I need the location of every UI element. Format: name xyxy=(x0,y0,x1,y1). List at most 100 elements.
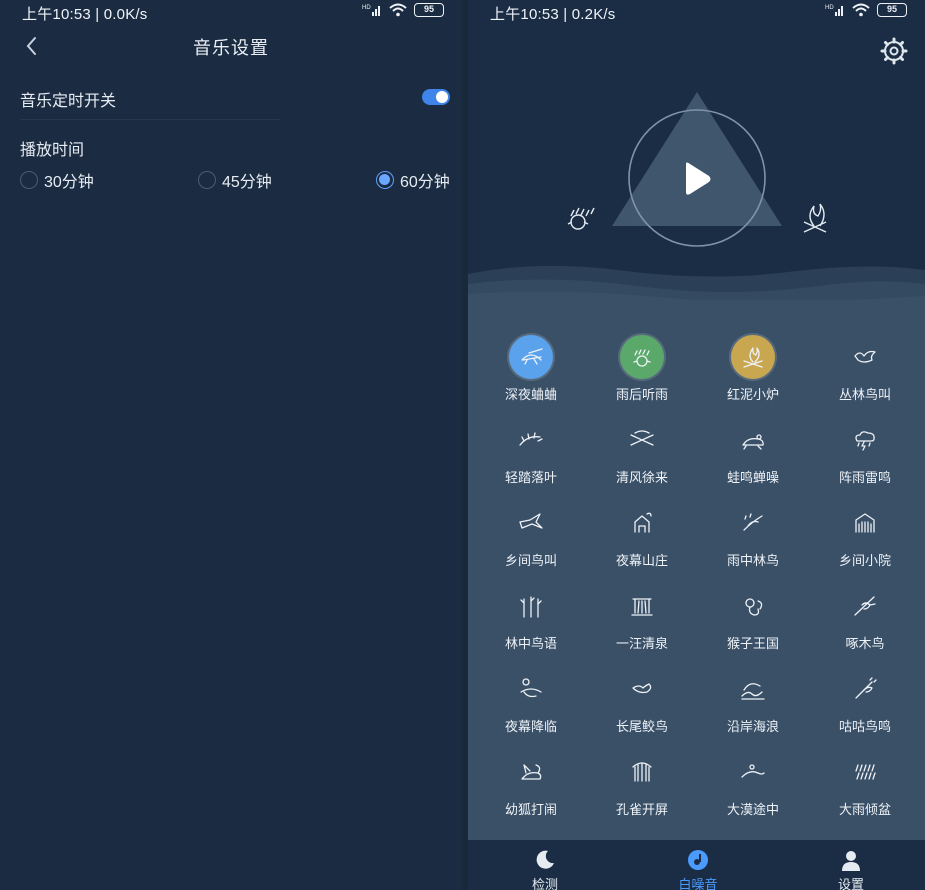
status-bar: 上午10:53 | 0.2K/s HD 95 xyxy=(468,0,925,26)
sound-item[interactable]: 丛林鸟叫 xyxy=(810,335,920,415)
sound-item[interactable]: 乡间小院 xyxy=(810,501,920,581)
nav-label: 检测 xyxy=(531,877,558,890)
sound-item[interactable]: 啄木鸟 xyxy=(810,584,920,664)
user-icon xyxy=(842,851,860,871)
music-disc-icon xyxy=(688,850,708,870)
sound-item[interactable]: 夜幕山庄 xyxy=(587,501,697,581)
sound-label: 长尾鲛鸟 xyxy=(615,719,668,734)
cricket-icon xyxy=(509,335,553,379)
wave-icon xyxy=(731,667,775,711)
battery-icon: 95 xyxy=(414,3,444,17)
sound-label: 夜幕山庄 xyxy=(615,553,668,568)
timer-toggle[interactable] xyxy=(422,89,450,105)
sound-item[interactable]: 红泥小炉 xyxy=(698,335,808,415)
leaves-icon xyxy=(509,418,553,462)
radio-circle-selected xyxy=(376,171,394,189)
night-villa-icon xyxy=(620,501,664,545)
sound-item[interactable]: 乡间鸟叫 xyxy=(476,501,586,581)
sound-item[interactable]: 大雨倾盆 xyxy=(810,750,920,830)
svg-text:HD: HD xyxy=(362,5,371,11)
radio-label: 60分钟 xyxy=(400,174,450,191)
sound-label: 幼狐打闹 xyxy=(504,802,557,817)
heavy-rain-icon xyxy=(843,750,887,794)
sound-item[interactable]: 阵雨雷鸣 xyxy=(810,418,920,498)
thunderstorm-icon xyxy=(843,418,887,462)
sound-label: 雨后听雨 xyxy=(615,387,668,402)
nav-settings[interactable]: 设置 xyxy=(811,848,891,890)
sound-item[interactable]: 沿岸海浪 xyxy=(698,667,808,747)
campfire-right-icon xyxy=(803,203,827,233)
sound-item[interactable]: 一汪清泉 xyxy=(587,584,697,664)
cuckoo-icon xyxy=(843,667,887,711)
status-time: 上午10:53 | 0.2K/s xyxy=(490,6,616,23)
rain-bird-icon xyxy=(731,501,775,545)
wave-divider xyxy=(468,265,925,304)
rain-face-icon xyxy=(620,335,664,379)
radio-circle xyxy=(198,171,216,189)
sound-label: 大漠途中 xyxy=(726,802,779,817)
radio-60min[interactable]: 60分钟 xyxy=(376,169,450,191)
frog-icon xyxy=(731,418,775,462)
sound-label: 林中鸟语 xyxy=(504,636,557,651)
signal-icon: HD xyxy=(825,5,843,16)
status-icons: HD 95 xyxy=(825,3,907,17)
longtail-bird-icon xyxy=(620,667,664,711)
sound-item[interactable]: 大漠途中 xyxy=(698,750,808,830)
nightfall-icon xyxy=(509,667,553,711)
music-settings-screen: 上午10:53 | 0.0K/s HD 95 音乐设置 音乐定时开关 播放时间 … xyxy=(0,0,462,890)
sound-item[interactable]: 猴子王国 xyxy=(698,584,808,664)
sound-item[interactable]: 咕咕鸟鸣 xyxy=(810,667,920,747)
moon-icon xyxy=(536,850,554,869)
bottom-nav: 检测 白噪音 设置 xyxy=(468,840,925,890)
sound-item[interactable]: 轻踏落叶 xyxy=(476,418,586,498)
wifi-icon xyxy=(852,3,870,17)
sound-label: 丛林鸟叫 xyxy=(838,387,891,402)
sound-label: 蛙鸣蝉噪 xyxy=(726,470,779,485)
sound-label: 啄木鸟 xyxy=(845,636,885,651)
toggle-knob xyxy=(436,91,448,103)
fox-icon xyxy=(509,750,553,794)
sound-item[interactable]: 幼狐打闹 xyxy=(476,750,586,830)
yard-icon xyxy=(843,501,887,545)
sound-label: 雨中林鸟 xyxy=(726,553,779,568)
sound-item[interactable]: 长尾鲛鸟 xyxy=(587,667,697,747)
radio-label: 45分钟 xyxy=(222,174,272,191)
sound-label: 沿岸海浪 xyxy=(726,719,779,734)
sound-item[interactable]: 清风徐来 xyxy=(587,418,697,498)
play-time-label: 播放时间 xyxy=(20,142,85,159)
sound-label: 阵雨雷鸣 xyxy=(838,470,891,485)
forest-bird-icon xyxy=(509,584,553,628)
radio-30min[interactable]: 30分钟 xyxy=(20,169,94,191)
sound-label: 红泥小炉 xyxy=(726,387,779,402)
sound-grid: 深夜蛐蛐 雨后听雨 红泥小炉 丛林鸟叫轻踏落叶 清风徐来 蛙鸣蝉噪 阵雨雷鸣乡间鸟叫 夜幕山庄… xyxy=(468,300,925,840)
sound-label: 乡间鸟叫 xyxy=(504,553,557,568)
sound-item[interactable]: 夜幕降临 xyxy=(476,667,586,747)
radio-45min[interactable]: 45分钟 xyxy=(198,169,272,191)
monkey-icon xyxy=(731,584,775,628)
sound-item[interactable]: 雨后听雨 xyxy=(587,335,697,415)
gear-icon[interactable] xyxy=(879,36,909,66)
nav-detect[interactable]: 检测 xyxy=(505,848,585,890)
sound-item[interactable]: 林中鸟语 xyxy=(476,584,586,664)
signal-icon: HD xyxy=(362,5,380,16)
sound-label: 乡间小院 xyxy=(838,553,891,568)
sound-label: 夜幕降临 xyxy=(504,719,557,734)
sound-item[interactable]: 孔雀开屏 xyxy=(587,750,697,830)
svg-text:HD: HD xyxy=(825,5,834,11)
sound-item[interactable]: 雨中林鸟 xyxy=(698,501,808,581)
status-icons: HD 95 xyxy=(362,3,444,17)
sound-label: 咕咕鸟鸣 xyxy=(838,719,891,734)
desert-icon xyxy=(731,750,775,794)
sound-label: 孔雀开屏 xyxy=(615,802,668,817)
campfire-icon xyxy=(731,335,775,379)
radio-circle xyxy=(20,171,38,189)
sound-item[interactable]: 蛙鸣蝉噪 xyxy=(698,418,808,498)
timer-switch-label: 音乐定时开关 xyxy=(20,93,117,110)
sound-item[interactable]: 深夜蛐蛐 xyxy=(476,335,586,415)
sound-mixer xyxy=(567,92,827,247)
status-bar: 上午10:53 | 0.0K/s HD 95 xyxy=(0,0,462,26)
nav-white-noise[interactable]: 白噪音 xyxy=(658,848,738,890)
spring-icon xyxy=(620,584,664,628)
timer-switch-row: 音乐定时开关 xyxy=(20,80,280,120)
page-title: 音乐设置 xyxy=(193,38,269,58)
